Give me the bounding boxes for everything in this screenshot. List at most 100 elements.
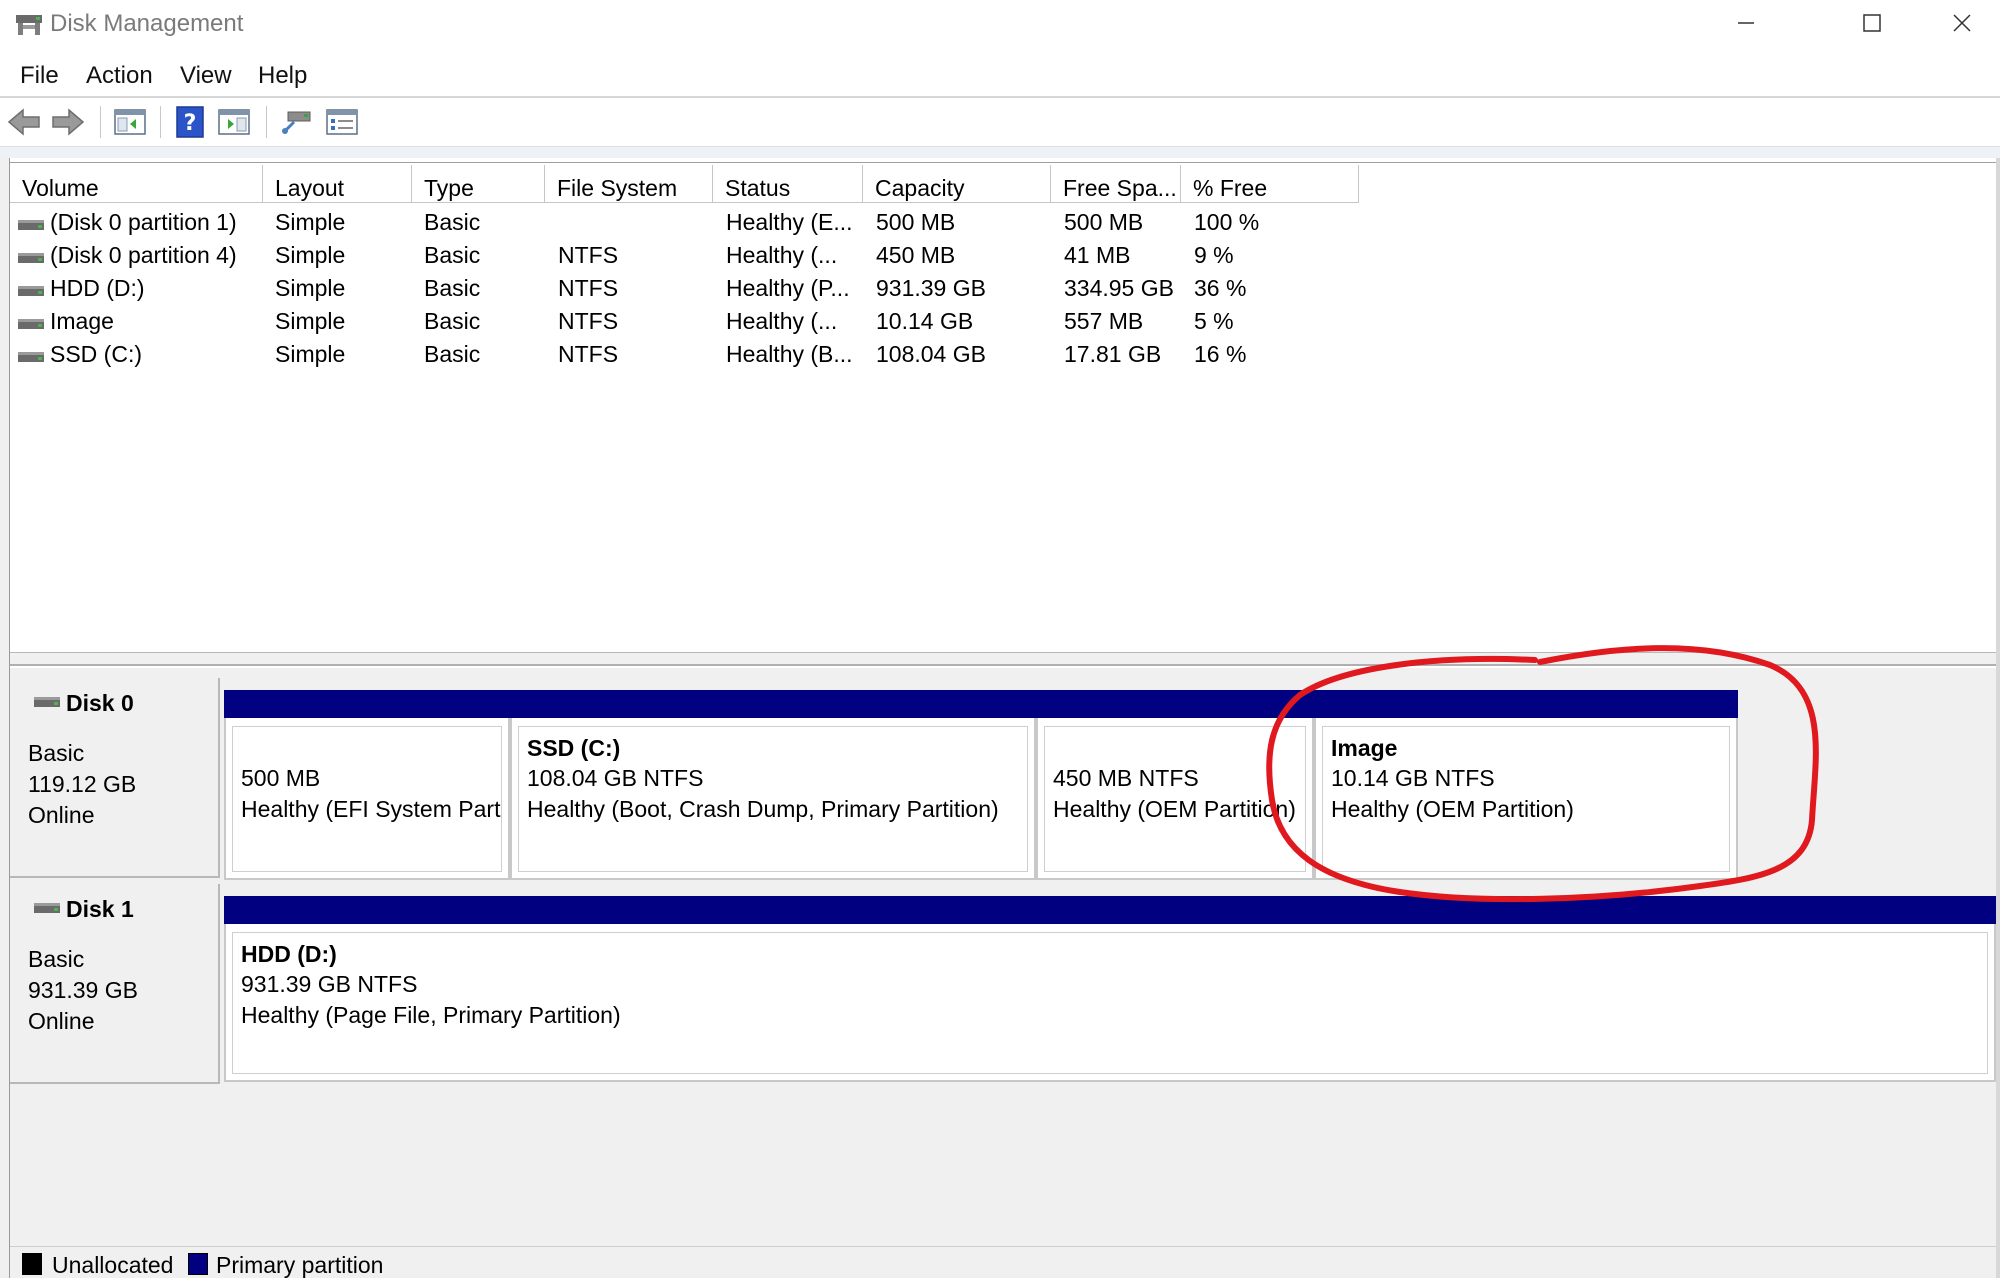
disk-state: Online bbox=[28, 1008, 95, 1034]
partition-body: 500 MB Healthy (EFI System Part bbox=[232, 726, 502, 872]
close-button[interactable] bbox=[1922, 0, 2000, 46]
menu-file[interactable]: File bbox=[18, 62, 61, 90]
toolbar-separator bbox=[100, 106, 101, 138]
column-header-type[interactable]: Type bbox=[412, 165, 545, 203]
volume-list: Volume Layout Type File System Status Ca… bbox=[10, 162, 1996, 652]
partition-title: SSD (C:) bbox=[527, 735, 621, 761]
partition-header-bar bbox=[224, 690, 510, 718]
partition-header-bar bbox=[1036, 690, 1314, 718]
cell-percent-free: 9 % bbox=[1194, 242, 1234, 268]
disk-size: 931.39 GB bbox=[28, 977, 138, 1003]
partition-body: SSD (C:) 108.04 GB NTFS Healthy (Boot, C… bbox=[518, 726, 1028, 872]
legend-label-primary: Primary partition bbox=[216, 1252, 384, 1278]
disk-management-app-icon bbox=[16, 15, 42, 35]
help-button[interactable]: ? bbox=[172, 104, 208, 140]
column-header-free-space[interactable]: Free Spa... bbox=[1051, 165, 1181, 203]
help-icon: ? bbox=[176, 106, 204, 138]
column-header-percent-free[interactable]: % Free bbox=[1181, 165, 1359, 203]
table-row[interactable]: (Disk 0 partition 4) Simple Basic NTFS H… bbox=[10, 240, 1996, 273]
partition-size: 10.14 GB NTFS bbox=[1331, 765, 1495, 791]
cell-file-system: NTFS bbox=[558, 341, 619, 367]
svg-text:?: ? bbox=[184, 111, 197, 136]
cell-type: Basic bbox=[424, 308, 481, 334]
show-hide-console-tree-button[interactable] bbox=[112, 104, 148, 140]
disk-icon bbox=[34, 697, 60, 707]
show-hide-action-pane-button[interactable] bbox=[216, 104, 252, 140]
partition-status: Healthy (EFI System Part bbox=[241, 796, 501, 822]
column-header-layout[interactable]: Layout bbox=[263, 165, 412, 203]
cell-free-space: 557 MB bbox=[1064, 308, 1144, 334]
disk-size: 119.12 GB bbox=[28, 771, 137, 797]
cell-volume: SSD (C:) bbox=[50, 341, 142, 367]
disk-1-info[interactable]: Disk 1 Basic 931.39 GB Online bbox=[10, 884, 220, 1084]
partition-status: Healthy (Boot, Crash Dump, Primary Parti… bbox=[527, 796, 999, 822]
cell-volume: (Disk 0 partition 1) bbox=[50, 209, 237, 235]
minimize-button[interactable] bbox=[1706, 0, 1786, 46]
maximize-button[interactable] bbox=[1832, 0, 1912, 46]
column-header-file-system[interactable]: File System bbox=[545, 165, 713, 203]
cell-free-space: 41 MB bbox=[1064, 242, 1131, 268]
partition-ssd-c[interactable]: SSD (C:) 108.04 GB NTFS Healthy (Boot, C… bbox=[510, 690, 1036, 880]
cell-layout: Simple bbox=[275, 341, 346, 367]
cell-percent-free: 100 % bbox=[1194, 209, 1260, 235]
cell-capacity: 500 MB bbox=[876, 209, 956, 235]
window-frame-right bbox=[1996, 158, 2000, 1278]
partition-title: Image bbox=[1331, 735, 1398, 761]
cell-layout: Simple bbox=[275, 308, 346, 334]
partition-size: 450 MB NTFS bbox=[1053, 765, 1199, 791]
partition-efi[interactable]: 500 MB Healthy (EFI System Part bbox=[224, 690, 510, 880]
cell-type: Basic bbox=[424, 341, 481, 367]
column-header-volume[interactable]: Volume bbox=[10, 165, 263, 203]
partition-body: HDD (D:) 931.39 GB NTFS Healthy (Page Fi… bbox=[232, 932, 1988, 1074]
table-row[interactable]: Image Simple Basic NTFS Healthy (... 10.… bbox=[10, 306, 1996, 339]
table-row[interactable]: HDD (D:) Simple Basic NTFS Healthy (P...… bbox=[10, 273, 1996, 306]
forward-button[interactable] bbox=[50, 104, 86, 140]
partition-size: 108.04 GB NTFS bbox=[527, 765, 704, 791]
partition-body: Image 10.14 GB NTFS Healthy (OEM Partiti… bbox=[1322, 726, 1730, 872]
cell-capacity: 931.39 GB bbox=[876, 275, 986, 301]
partition-hdd-d[interactable]: HDD (D:) 931.39 GB NTFS Healthy (Page Fi… bbox=[224, 896, 1996, 1082]
legend-swatch-primary bbox=[188, 1253, 208, 1275]
cell-percent-free: 16 % bbox=[1194, 341, 1247, 367]
maximize-icon bbox=[1863, 14, 1881, 32]
cell-file-system: NTFS bbox=[558, 275, 619, 301]
cell-file-system: NTFS bbox=[558, 242, 619, 268]
volume-icon bbox=[18, 319, 44, 329]
cell-type: Basic bbox=[424, 275, 481, 301]
volume-icon bbox=[18, 286, 44, 296]
column-header-capacity[interactable]: Capacity bbox=[863, 165, 1051, 203]
cell-type: Basic bbox=[424, 209, 481, 235]
partition-size: 931.39 GB NTFS bbox=[241, 971, 418, 997]
column-header-status[interactable]: Status bbox=[713, 165, 863, 203]
disk-0-info[interactable]: Disk 0 Basic 119.12 GB Online bbox=[10, 678, 220, 878]
cell-type: Basic bbox=[424, 242, 481, 268]
cell-layout: Simple bbox=[275, 275, 346, 301]
cell-capacity: 10.14 GB bbox=[876, 308, 974, 334]
back-arrow-icon bbox=[7, 108, 40, 136]
toolbar-separator bbox=[160, 106, 161, 138]
menu-action[interactable]: Action bbox=[84, 62, 155, 90]
menu-bar: File Action View Help bbox=[0, 56, 2000, 96]
cell-status: Healthy (P... bbox=[726, 275, 850, 301]
menu-view[interactable]: View bbox=[178, 62, 234, 90]
toolbar: ? bbox=[0, 98, 2000, 146]
connect-button[interactable] bbox=[278, 104, 314, 140]
partition-title: HDD (D:) bbox=[241, 941, 337, 967]
cell-volume: Image bbox=[50, 308, 114, 334]
partition-header-bar bbox=[1314, 690, 1738, 718]
partition-image[interactable]: Image 10.14 GB NTFS Healthy (OEM Partiti… bbox=[1314, 690, 1738, 880]
back-button[interactable] bbox=[6, 104, 42, 140]
cell-volume: HDD (D:) bbox=[50, 275, 145, 301]
close-icon bbox=[1953, 14, 1971, 32]
disk-name: Disk 0 bbox=[66, 690, 134, 716]
table-row[interactable]: SSD (C:) Simple Basic NTFS Healthy (B...… bbox=[10, 339, 1996, 372]
partition-oem[interactable]: 450 MB NTFS Healthy (OEM Partition) bbox=[1036, 690, 1314, 880]
pane-splitter[interactable] bbox=[10, 652, 1996, 666]
cell-file-system: NTFS bbox=[558, 308, 619, 334]
partition-body: 450 MB NTFS Healthy (OEM Partition) bbox=[1044, 726, 1306, 872]
table-row[interactable]: (Disk 0 partition 1) Simple Basic Health… bbox=[10, 207, 1996, 240]
window-title: Disk Management bbox=[50, 10, 244, 37]
partition-header-bar bbox=[510, 690, 1036, 718]
properties-button[interactable] bbox=[324, 104, 360, 140]
menu-help[interactable]: Help bbox=[256, 62, 309, 90]
